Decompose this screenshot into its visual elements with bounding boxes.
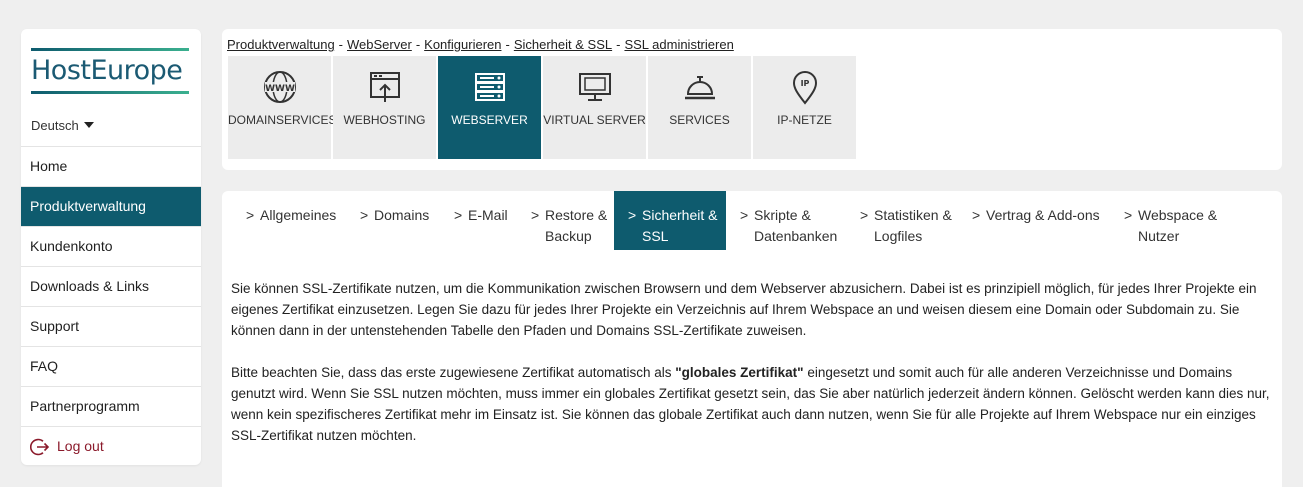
subtab-sicherheit-ssl[interactable]: > Sicherheit & SSL — [614, 191, 726, 250]
top-panel: Produktverwaltung - WebServer - Konfiguriere… — [222, 29, 1282, 170]
caret-down-icon — [83, 122, 94, 128]
svg-text:IP: IP — [800, 79, 809, 88]
chevron-right-icon: > — [628, 207, 637, 223]
subtab-label-line2: Logfiles — [874, 228, 923, 244]
svg-text:WWW: WWW — [265, 84, 295, 94]
chevron-right-icon: > — [860, 207, 869, 223]
breadcrumb-separator: - — [505, 37, 510, 52]
sidebar-item-produktverwaltung[interactable]: Produktverwaltung — [21, 186, 201, 226]
tile-label: WEBSERVER — [451, 113, 528, 127]
sidebar-item-partnerprogramm[interactable]: Partnerprogramm — [21, 386, 201, 426]
breadcrumb-link[interactable]: Sicherheit & SSL — [514, 37, 612, 52]
tile-webserver[interactable]: WEBSERVER — [438, 56, 541, 159]
content-panel: > Allgemeines > Domains > E-Mail > Restore &… — [222, 191, 1282, 487]
logout-icon — [30, 438, 50, 455]
tile-label: SERVICES — [669, 113, 730, 127]
tile-label: WEBHOSTING — [343, 113, 426, 127]
paragraph-2-text-before: Bitte beachten Sie, dass das erste zugew… — [231, 365, 676, 380]
sidebar-item-label: Produktverwaltung — [30, 198, 146, 214]
chevron-right-icon: > — [531, 207, 540, 223]
breadcrumb-separator: - — [415, 37, 421, 52]
breadcrumb-link[interactable]: Konfigurieren — [424, 37, 501, 52]
tile-label: IP-NETZE — [777, 113, 832, 127]
subtab-label-line1: Sicherheit & — [642, 207, 718, 223]
sidebar-item-label: Kundenkonto — [30, 238, 113, 254]
logout-label: Log out — [57, 438, 104, 454]
subtab-label: E-Mail — [468, 207, 508, 223]
logout-button[interactable]: Log out — [21, 426, 201, 465]
subtab-label-line2: Backup — [545, 228, 592, 244]
subtab-label-line1: Skripte & — [754, 207, 811, 223]
subtab-label-line2: SSL — [642, 228, 669, 244]
category-tiles: WWW DOMAINSERVICES WEBHOSTING WEBSERVER … — [228, 56, 858, 159]
subtab-e-mail[interactable]: > E-Mail — [454, 191, 534, 250]
sidebar-item-label: Partnerprogramm — [30, 398, 140, 414]
breadcrumb-link[interactable]: WebServer — [347, 37, 412, 52]
tile-label: DOMAINSERVICES — [228, 113, 337, 127]
subtab-statistiken-logfiles[interactable]: > Statistiken & Logfiles — [860, 191, 975, 250]
subtab-skripte-datenbanken[interactable]: > Skripte & Datenbanken — [740, 191, 860, 250]
sidebar-item-label: Support — [30, 318, 80, 334]
breadcrumb-separator: - — [338, 37, 344, 52]
breadcrumb-link[interactable]: Produktverwaltung — [227, 37, 335, 52]
subtab-domains[interactable]: > Domains — [360, 191, 450, 250]
subtab-label-line1: Webspace & — [1138, 207, 1218, 223]
subtab-label-line1: Restore & — [545, 207, 608, 223]
www-globe-icon: WWW — [263, 71, 296, 103]
sidebar-item-downloads-links[interactable]: Downloads & Links — [21, 266, 201, 306]
tile-domainservices[interactable]: WWW DOMAINSERVICES — [228, 56, 337, 159]
chevron-right-icon: > — [972, 207, 981, 223]
hosteurope-logo[interactable]: HostEurope — [31, 48, 189, 96]
logo-text: HostEurope — [31, 55, 183, 86]
logo-bar-top — [31, 48, 189, 51]
sidebar-item-support[interactable]: Support — [21, 306, 201, 346]
sidebar: HostEurope Deutsch Home Produktverwaltun… — [21, 29, 201, 465]
sidebar-item-label: Home — [30, 158, 68, 174]
subtab-webspace-nutzer[interactable]: > Webspace & Nutzer — [1124, 191, 1234, 250]
language-label: Deutsch — [31, 118, 79, 133]
sidebar-item-label: FAQ — [30, 358, 59, 374]
ip-pin-icon: IP — [792, 71, 817, 105]
sidebar-item-home[interactable]: Home — [21, 146, 201, 186]
sidebar-item-label: Downloads & Links — [30, 278, 150, 294]
tile-ip-netze[interactable]: IP IP-NETZE — [753, 56, 856, 159]
sidebar-item-faq[interactable]: FAQ — [21, 346, 201, 386]
breadcrumb-separator: - — [616, 37, 621, 52]
subtab-label-line1: Statistiken & — [874, 207, 952, 223]
subtab-label: Domains — [374, 207, 430, 223]
service-bell-icon — [684, 76, 715, 100]
subtab-label-line2: Nutzer — [1138, 228, 1180, 244]
webhosting-upload-icon — [369, 72, 400, 102]
chevron-right-icon: > — [246, 207, 255, 223]
tile-virtual-server[interactable]: VIRTUAL SERVER — [543, 56, 646, 159]
subtab-vertrag-addons[interactable]: > Vertrag & Add-ons — [972, 191, 1122, 250]
chevron-right-icon: > — [740, 207, 749, 223]
chevron-right-icon: > — [1124, 207, 1133, 223]
tile-label: VIRTUAL SERVER — [543, 113, 646, 127]
breadcrumb: Produktverwaltung - WebServer - Konfiguriere… — [227, 37, 734, 52]
language-select[interactable]: Deutsch — [31, 118, 94, 133]
breadcrumb-link[interactable]: SSL administrieren — [624, 37, 733, 52]
tile-webhosting[interactable]: WEBHOSTING — [333, 56, 436, 159]
chevron-right-icon: > — [360, 207, 369, 223]
subtab-label-line2: Datenbanken — [754, 228, 838, 244]
subtab-allgemeines[interactable]: > Allgemeines — [246, 191, 356, 250]
global-certificate-term: "globales Zertifikat" — [675, 365, 804, 380]
chevron-right-icon: > — [454, 207, 463, 223]
monitor-icon — [578, 73, 611, 101]
logo-bar-bottom — [31, 91, 189, 94]
tile-services[interactable]: SERVICES — [648, 56, 751, 159]
subtab-label: Allgemeines — [260, 207, 337, 223]
sidebar-nav: Home Produktverwaltung Kundenkonto Downl… — [21, 146, 201, 465]
subtab-label: Vertrag & Add-ons — [986, 207, 1100, 223]
description-paragraph-2: Bitte beachten Sie, dass das erste zugew… — [231, 362, 1271, 446]
description-paragraph-1: Sie können SSL-Zertifikate nutzen, um di… — [231, 281, 1257, 338]
sidebar-item-kundenkonto[interactable]: Kundenkonto — [21, 226, 201, 266]
ssl-description: Sie können SSL-Zertifikate nutzen, um di… — [231, 278, 1271, 467]
server-rack-icon — [474, 73, 505, 101]
